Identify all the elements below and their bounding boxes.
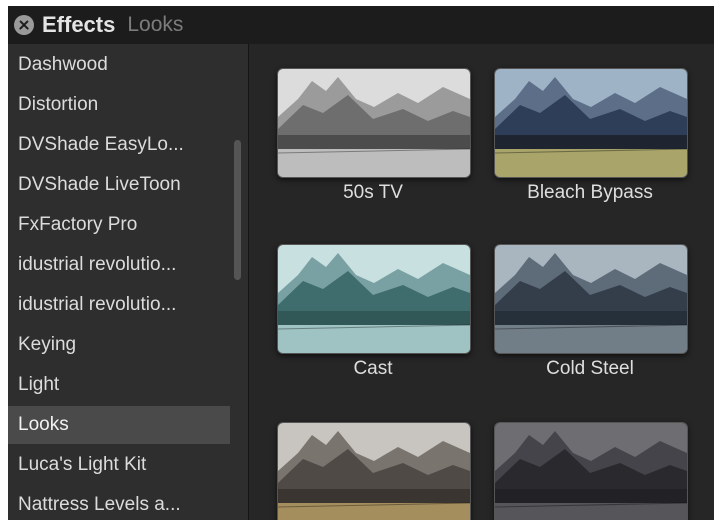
category-item[interactable]: Luca's Light Kit [8,446,230,484]
landscape-preview-image [495,245,687,353]
effect-thumbnail[interactable] [494,68,688,178]
landscape-preview-image [278,69,470,177]
landscape-preview-image [278,423,470,520]
window-title: Effects [42,12,116,37]
effect-label: Bleach Bypass [527,182,653,203]
category-list: Dashwood Distortion DVShade EasyLo... DVSha… [8,44,249,520]
effects-browser-window: Effects Looks Dashwood Distortion DVShade … [8,6,714,520]
effect-thumbnail[interactable] [277,422,471,520]
category-item[interactable]: Dashwood [8,46,230,84]
category-item[interactable]: Keying [8,326,230,364]
effect-thumbnail[interactable] [494,244,688,354]
effect-thumbnail[interactable] [494,422,688,520]
effect-label: Cold Steel [546,358,634,379]
close-icon[interactable] [14,15,34,35]
window-subtitle: Looks [127,13,184,36]
category-item[interactable]: idustrial revolutio... [8,286,230,324]
category-item[interactable]: DVShade LiveToon [8,166,230,204]
effect-thumbnail[interactable] [277,68,471,178]
landscape-preview-image [495,69,687,177]
landscape-preview-image [278,245,470,353]
effect-label: 50s TV [343,182,403,203]
effects-grid: 50s TV Bleach Bypass Cast Cold Steel [249,44,714,520]
landscape-preview-image [495,423,687,520]
category-item[interactable]: DVShade EasyLo... [8,126,230,164]
category-item[interactable]: idustrial revolutio... [8,246,230,284]
category-item[interactable]: Nattress Levels a... [8,486,230,520]
category-item[interactable]: FxFactory Pro [8,206,230,244]
category-item[interactable]: Looks [8,406,230,444]
title-bar: Effects Looks [8,6,714,44]
category-item[interactable]: Distortion [8,86,230,124]
effect-thumbnail[interactable] [277,244,471,354]
category-item[interactable]: Light [8,366,230,404]
category-scrollbar-thumb[interactable] [234,140,241,280]
effect-label: Cast [353,358,393,379]
